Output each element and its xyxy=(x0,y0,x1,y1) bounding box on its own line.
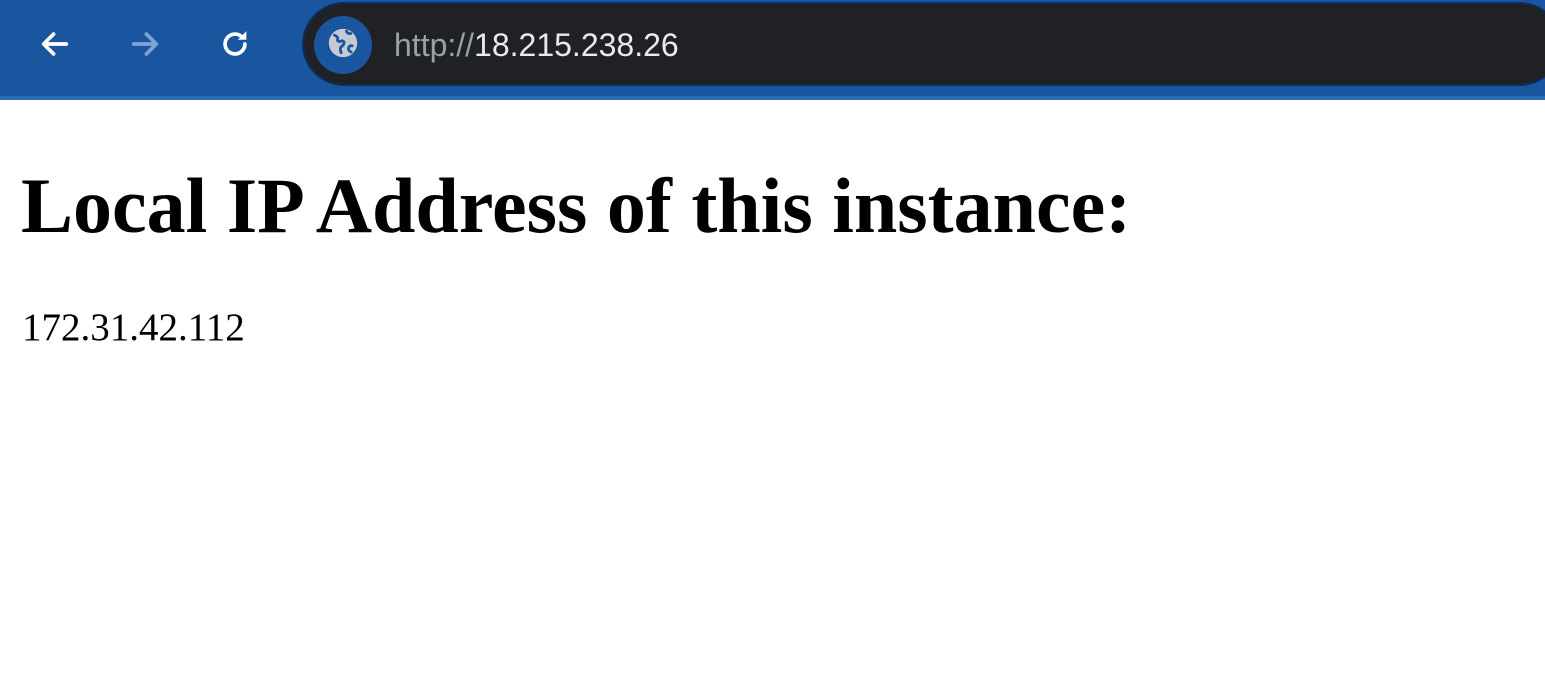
url-scheme: http:// xyxy=(394,27,475,63)
reload-icon xyxy=(218,27,252,61)
browser-toolbar: http://18.215.238.26 xyxy=(0,0,1545,100)
ip-address-value: 172.31.42.112 xyxy=(22,306,245,349)
arrow-right-icon xyxy=(128,27,162,61)
forward-button[interactable] xyxy=(123,22,167,66)
back-button[interactable] xyxy=(33,22,77,66)
globe-icon xyxy=(326,26,360,65)
address-bar[interactable]: http://18.215.238.26 xyxy=(302,2,1545,86)
page-content: Local IP Address of this instance: 172.3… xyxy=(0,104,1545,700)
url-text[interactable]: http://18.215.238.26 xyxy=(394,24,679,66)
url-host: 18.215.238.26 xyxy=(474,27,679,63)
page-heading: Local IP Address of this instance: xyxy=(21,162,1132,249)
reload-button[interactable] xyxy=(213,22,257,66)
site-info-button[interactable] xyxy=(314,16,372,74)
arrow-left-icon xyxy=(38,27,72,61)
